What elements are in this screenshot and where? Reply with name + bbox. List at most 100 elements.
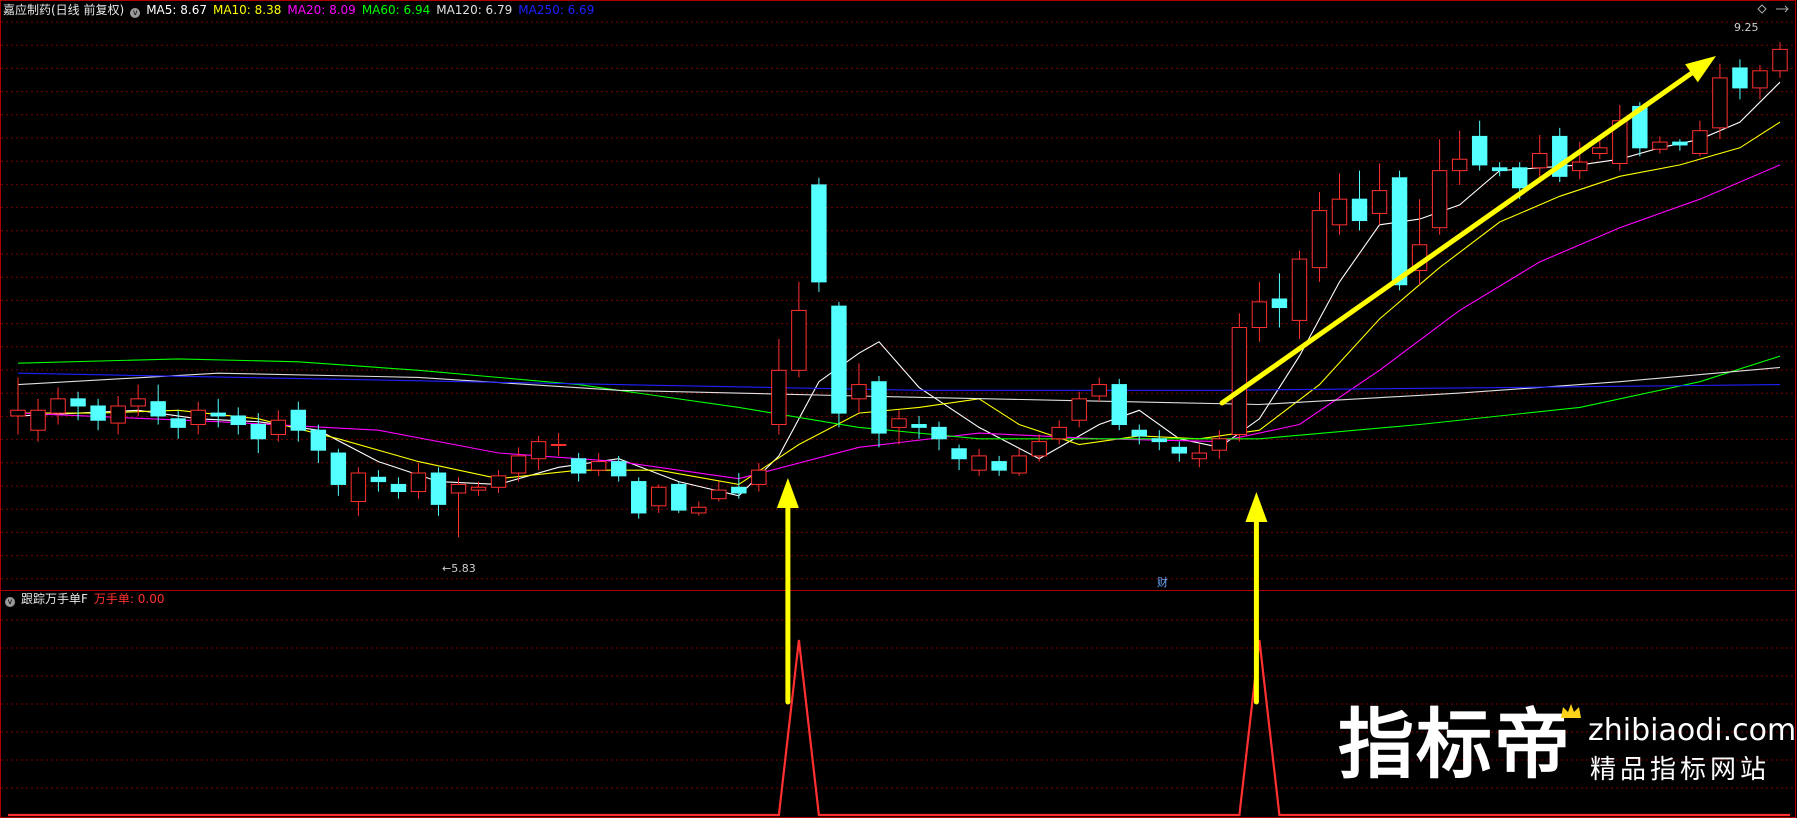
kline-chart[interactable]	[0, 0, 1797, 818]
ma20-value: MA20: 8.09	[287, 3, 356, 17]
candle-body	[330, 452, 347, 485]
candle-body	[931, 426, 947, 440]
candle-body	[210, 412, 226, 417]
candle-down	[1111, 378, 1127, 431]
candle-body	[871, 381, 887, 434]
candle-body	[1451, 158, 1468, 172]
candle-body	[991, 461, 1007, 471]
candle-body	[350, 472, 367, 503]
candle-body	[1431, 170, 1448, 229]
candle-body	[130, 398, 146, 407]
candle-body	[1151, 438, 1168, 443]
candle-body	[270, 419, 287, 436]
candle-body	[1471, 135, 1488, 166]
candle-body	[510, 455, 527, 474]
candle-body	[691, 506, 707, 514]
candle-body	[1491, 167, 1508, 172]
candle-body	[1732, 67, 1748, 89]
candle-body	[190, 409, 206, 426]
finance-event-marker: 财	[1157, 576, 1168, 589]
candle-body	[1131, 429, 1147, 437]
candle-body	[731, 486, 747, 494]
candle-body	[170, 418, 186, 428]
candle-body	[1572, 161, 1588, 172]
watermark-site: zhibiaodi.com	[1588, 713, 1797, 748]
candle-body	[951, 448, 967, 460]
candle-body	[811, 184, 827, 283]
candle-body	[1772, 48, 1788, 72]
candle-body	[1351, 198, 1368, 222]
candle-body	[10, 409, 26, 417]
candle-body	[610, 461, 627, 477]
candle-body	[891, 418, 907, 428]
candle-body	[1592, 147, 1608, 155]
candle-body	[150, 401, 166, 417]
candle-body	[831, 305, 847, 414]
dropdown-icon[interactable]: v	[5, 597, 15, 607]
watermark-brand: 指标帝	[1338, 700, 1572, 789]
candle-body	[751, 469, 767, 485]
candle-body	[1231, 327, 1248, 435]
candle-body	[1251, 301, 1268, 329]
candle-body	[1071, 398, 1087, 421]
candle-body	[711, 489, 727, 500]
candle-body	[550, 443, 567, 446]
candle-body	[1311, 210, 1328, 269]
candle-down	[1552, 127, 1568, 183]
ma120-value: MA120: 6.79	[436, 3, 513, 17]
candle-body	[1391, 177, 1408, 286]
candle-body	[410, 472, 427, 493]
stock-title: 嘉应制药(日线 前复权)	[3, 3, 125, 17]
indicator-name: 跟踪万手单F	[21, 592, 88, 606]
candle-down	[831, 301, 847, 428]
high-price-marker: 9.25	[1734, 21, 1759, 34]
candle-body	[230, 415, 246, 426]
candle-body	[470, 486, 487, 491]
candle-down	[811, 177, 827, 292]
candle-body	[1532, 153, 1548, 169]
indicator-value: 万手单: 0.00	[93, 592, 165, 606]
candle-body	[390, 483, 407, 493]
sub-header: v 跟踪万手单F 万手单: 0.00	[5, 592, 170, 607]
candle-body	[1371, 190, 1388, 214]
candle-body	[791, 309, 807, 371]
candle-body	[1031, 441, 1047, 457]
ma60-value: MA60: 6.94	[361, 3, 431, 17]
ma250-value: MA250: 6.69	[518, 3, 595, 17]
candle-body	[1511, 167, 1528, 189]
candle-body	[851, 384, 867, 400]
candle-body	[370, 476, 387, 483]
candle-body	[530, 441, 547, 460]
dropdown-icon[interactable]: v	[130, 8, 141, 18]
main-header: 嘉应制药(日线 前复权) v MA5: 8.67 MA10: 8.38 MA20: 8.…	[3, 3, 600, 18]
candle-body	[50, 398, 66, 414]
watermark-slogan: 精品指标网站	[1590, 755, 1771, 785]
candle-body	[1331, 198, 1348, 226]
candle-body	[1652, 141, 1668, 150]
candle-body	[310, 429, 327, 451]
candle-body	[1271, 298, 1288, 309]
candle-body	[1672, 141, 1688, 146]
candle-body	[1011, 455, 1027, 474]
candle-body	[70, 398, 86, 407]
candle-body	[971, 455, 987, 471]
candle-body	[110, 405, 126, 424]
ma10-value: MA10: 8.38	[212, 3, 282, 17]
candle-body	[671, 483, 687, 511]
candle-body	[771, 369, 787, 426]
candle-up	[1231, 313, 1248, 442]
candle-body	[90, 405, 106, 421]
candle-body	[30, 409, 46, 431]
candle-body	[1291, 258, 1308, 321]
candle-body	[651, 486, 667, 507]
candle-body	[570, 458, 587, 474]
candle-body	[1091, 384, 1107, 397]
candle-body	[1712, 77, 1728, 129]
candle-down	[671, 481, 687, 513]
candle-body	[630, 481, 647, 514]
candle-body	[1211, 438, 1228, 451]
ma5-value: MA5: 8.67	[146, 3, 207, 17]
candle-body	[250, 424, 266, 440]
candle-body	[490, 475, 507, 488]
candle-body	[1692, 130, 1708, 155]
